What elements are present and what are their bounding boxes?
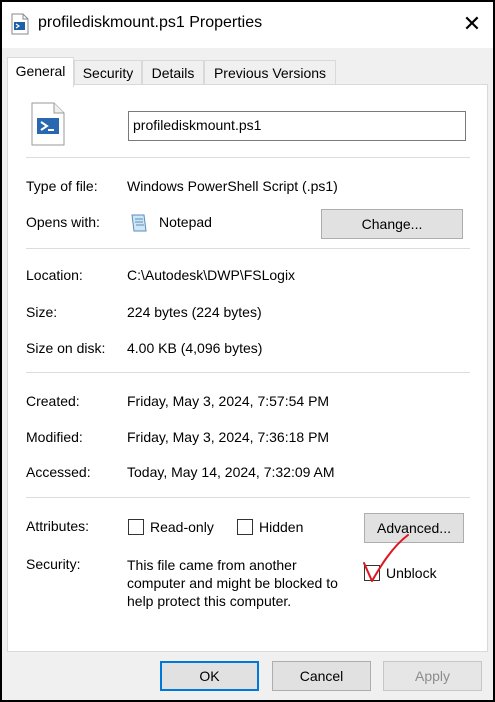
properties-dialog: profilediskmount.ps1 Properties ✕ Genera… [0, 0, 495, 702]
size-label: Size: [26, 304, 58, 320]
attributes-label: Attributes: [26, 518, 90, 534]
close-icon: ✕ [462, 11, 482, 36]
accessed-label: Accessed: [26, 464, 91, 480]
tab-general[interactable]: General [7, 57, 74, 87]
separator [26, 157, 470, 158]
powershell-file-icon [31, 102, 65, 146]
filename-field[interactable]: profilediskmount.ps1 [128, 111, 466, 141]
separator [26, 497, 470, 498]
readonly-checkbox[interactable] [128, 519, 144, 535]
red-checkmark-annotation [363, 534, 409, 582]
created-value: Friday, May 3, 2024, 7:57:54 PM [127, 393, 330, 409]
accessed-value: Today, May 14, 2024, 7:32:09 AM [127, 464, 335, 480]
separator [26, 372, 470, 373]
modified-label: Modified: [26, 429, 83, 445]
window-title: profilediskmount.ps1 Properties [38, 14, 263, 31]
readonly-label: Read-only [150, 519, 214, 535]
script-file-icon [11, 13, 29, 35]
hidden-label: Hidden [259, 519, 304, 535]
tab-details[interactable]: Details [142, 60, 204, 85]
created-label: Created: [26, 393, 80, 409]
notepad-icon [131, 214, 147, 232]
security-label: Security: [26, 556, 81, 572]
ok-button[interactable]: OK [160, 661, 259, 691]
apply-button[interactable]: Apply [383, 661, 482, 691]
security-text-line-2: computer and might be blocked to [127, 575, 338, 591]
close-button[interactable]: ✕ [454, 7, 490, 41]
tab-security[interactable]: Security [74, 60, 142, 85]
opens-with-label: Opens with: [26, 214, 100, 230]
change-button[interactable]: Change... [321, 209, 463, 239]
modified-value: Friday, May 3, 2024, 7:36:18 PM [127, 429, 330, 445]
security-text-line-1: This file came from another [127, 557, 297, 573]
hidden-checkbox[interactable] [237, 519, 253, 535]
type-of-file-value: Windows PowerShell Script (.ps1) [127, 178, 338, 194]
type-of-file-label: Type of file: [26, 178, 98, 194]
title-bar: profilediskmount.ps1 Properties ✕ [2, 2, 493, 48]
security-text-line-3: help protect this computer. [127, 593, 292, 609]
size-value: 224 bytes (224 bytes) [127, 304, 262, 320]
location-label: Location: [26, 267, 83, 283]
general-panel: profilediskmount.ps1 Type of file: Windo… [7, 84, 488, 652]
size-on-disk-value: 4.00 KB (4,096 bytes) [127, 340, 263, 356]
location-value: C:\Autodesk\DWP\FSLogix [127, 267, 296, 283]
separator [26, 248, 470, 249]
tab-previous-versions[interactable]: Previous Versions [204, 60, 336, 85]
size-on-disk-label: Size on disk: [26, 340, 106, 356]
cancel-button[interactable]: Cancel [272, 661, 371, 691]
opens-with-value: Notepad [159, 214, 212, 230]
